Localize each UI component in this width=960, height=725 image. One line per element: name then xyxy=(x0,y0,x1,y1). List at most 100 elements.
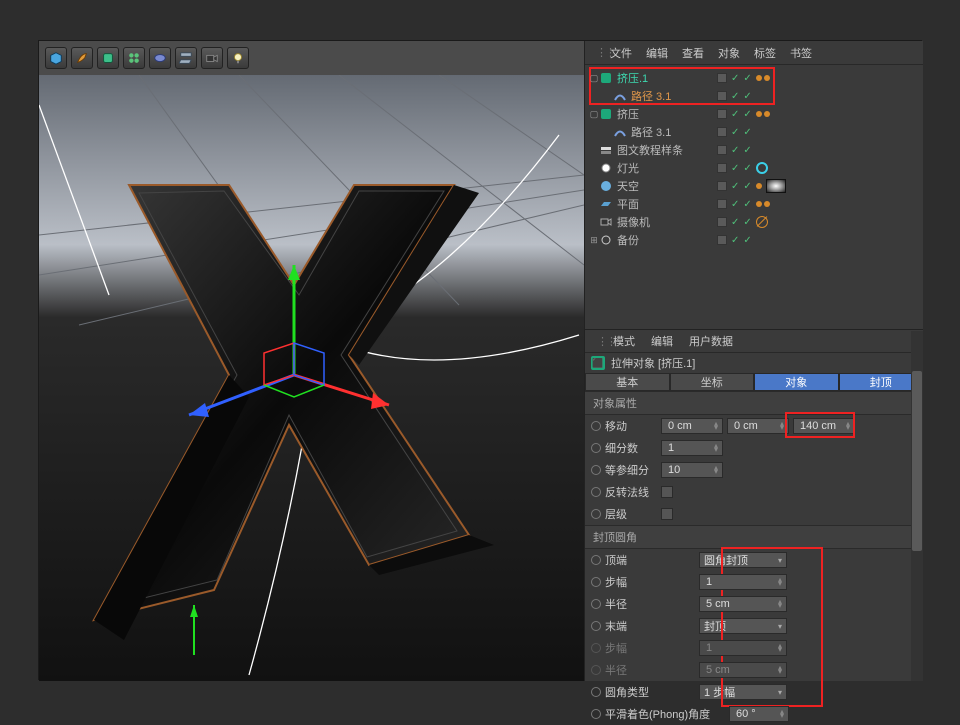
anim-dot[interactable] xyxy=(591,509,601,519)
menu-bookmarks[interactable]: 书签 xyxy=(783,45,819,61)
tree-item-light[interactable]: 灯光 ✓✓ xyxy=(589,159,923,177)
anim-dot[interactable] xyxy=(591,577,601,587)
vis-check-icon[interactable]: ✓ xyxy=(731,127,739,138)
array-tool[interactable] xyxy=(123,47,145,69)
tag-dot[interactable] xyxy=(756,201,762,207)
camera-tool[interactable] xyxy=(201,47,223,69)
render-check-icon[interactable]: ✓ xyxy=(743,235,751,246)
anim-dot[interactable] xyxy=(591,643,601,653)
tag-dot[interactable] xyxy=(756,75,762,81)
vis-check-icon[interactable]: ✓ xyxy=(731,163,739,174)
target-tag-icon[interactable] xyxy=(756,162,768,174)
layer-dot[interactable] xyxy=(717,235,727,245)
flip-checkbox[interactable] xyxy=(661,486,673,498)
menu-edit[interactable]: 编辑 xyxy=(639,45,675,61)
tree-item-sky[interactable]: 天空 ✓✓ xyxy=(589,177,923,195)
cube-tool[interactable] xyxy=(45,47,67,69)
tree-item-path2[interactable]: 路径 3.1 ✓✓ xyxy=(589,123,923,141)
step1-field[interactable]: 1▴▾ xyxy=(699,574,787,590)
attr-menu-userdata[interactable]: 用户数据 xyxy=(681,333,741,349)
anim-dot[interactable] xyxy=(591,665,601,675)
tag-dot[interactable] xyxy=(756,111,762,117)
anim-dot[interactable] xyxy=(591,487,601,497)
menu-object[interactable]: 对象 xyxy=(711,45,747,61)
texture-tag-icon[interactable] xyxy=(766,179,786,193)
vis-check-icon[interactable]: ✓ xyxy=(731,235,739,246)
tree-collapse-icon[interactable]: ▢ xyxy=(589,73,599,84)
render-check-icon[interactable]: ✓ xyxy=(743,127,751,138)
attribute-scrollbar[interactable] xyxy=(911,331,923,681)
subdiv-field[interactable]: 1▴▾ xyxy=(661,440,723,456)
tree-expand-icon[interactable]: ⊞ xyxy=(589,235,599,246)
move-x-field[interactable]: 0 cm▴▾ xyxy=(661,418,723,434)
floor-tool[interactable] xyxy=(175,47,197,69)
anim-dot[interactable] xyxy=(591,687,601,697)
protection-tag-icon[interactable] xyxy=(756,216,768,228)
tree-item-tutorial-spline[interactable]: 图文教程样条 ✓✓ xyxy=(589,141,923,159)
layer-dot[interactable] xyxy=(717,109,727,119)
layer-dot[interactable] xyxy=(717,163,727,173)
tree-item-backup[interactable]: ⊞ 备份 ✓✓ xyxy=(589,231,923,249)
endcap-dropdown[interactable]: 封顶▾ xyxy=(699,618,787,634)
tree-item-camera[interactable]: 摄像机 ✓✓ xyxy=(589,213,923,231)
layer-dot[interactable] xyxy=(717,199,727,209)
light-tool[interactable] xyxy=(227,47,249,69)
rad1-field[interactable]: 5 cm▴▾ xyxy=(699,596,787,612)
phong-field[interactable]: 60 °▴▾ xyxy=(729,706,789,722)
tree-item-plane[interactable]: 平面 ✓✓ xyxy=(589,195,923,213)
tree-item-path1[interactable]: 路径 3.1 ✓✓ xyxy=(589,87,923,105)
render-check-icon[interactable]: ✓ xyxy=(743,73,751,84)
viewport-canvas[interactable] xyxy=(39,75,584,681)
grip-icon[interactable]: ⋮⋮ xyxy=(589,335,605,348)
render-check-icon[interactable]: ✓ xyxy=(743,199,751,210)
object-tree[interactable]: ▢ 挤压.1 ✓✓ 路径 3.1 ✓✓ ▢ 挤压 ✓✓ xyxy=(585,65,923,269)
nurbs-tool[interactable] xyxy=(97,47,119,69)
vis-check-icon[interactable]: ✓ xyxy=(731,145,739,156)
anim-dot[interactable] xyxy=(591,465,601,475)
menu-file[interactable]: 文件 xyxy=(603,45,639,61)
tab-object[interactable]: 对象 xyxy=(754,373,839,391)
anim-dot[interactable] xyxy=(591,555,601,565)
pen-tool[interactable] xyxy=(71,47,93,69)
menu-view[interactable]: 查看 xyxy=(675,45,711,61)
anim-dot[interactable] xyxy=(591,443,601,453)
vis-check-icon[interactable]: ✓ xyxy=(731,109,739,120)
move-y-field[interactable]: 0 cm▴▾ xyxy=(727,418,789,434)
layer-dot[interactable] xyxy=(717,181,727,191)
attr-menu-edit[interactable]: 编辑 xyxy=(643,333,681,349)
grip-icon[interactable]: ⋮⋮ xyxy=(589,46,603,59)
layer-dot[interactable] xyxy=(717,91,727,101)
topcap-dropdown[interactable]: 圆角封顶▾ xyxy=(699,552,787,568)
tag-dot[interactable] xyxy=(764,201,770,207)
tag-dot[interactable] xyxy=(764,75,770,81)
hier-checkbox[interactable] xyxy=(661,508,673,520)
move-z-field[interactable]: 140 cm▴▾ xyxy=(793,418,855,434)
anim-dot[interactable] xyxy=(591,709,601,719)
vis-check-icon[interactable]: ✓ xyxy=(731,199,739,210)
scrollbar-thumb[interactable] xyxy=(912,371,922,551)
render-check-icon[interactable]: ✓ xyxy=(743,145,751,156)
render-check-icon[interactable]: ✓ xyxy=(743,163,751,174)
tree-item-extrude[interactable]: ▢ 挤压 ✓✓ xyxy=(589,105,923,123)
vis-check-icon[interactable]: ✓ xyxy=(731,91,739,102)
anim-dot[interactable] xyxy=(591,421,601,431)
tree-collapse-icon[interactable]: ▢ xyxy=(589,109,599,120)
tab-coord[interactable]: 坐标 xyxy=(670,373,755,391)
vis-check-icon[interactable]: ✓ xyxy=(731,73,739,84)
render-check-icon[interactable]: ✓ xyxy=(743,109,751,120)
render-check-icon[interactable]: ✓ xyxy=(743,91,751,102)
vis-check-icon[interactable]: ✓ xyxy=(731,181,739,192)
attr-menu-mode[interactable]: 模式 xyxy=(605,333,643,349)
layer-dot[interactable] xyxy=(717,145,727,155)
render-check-icon[interactable]: ✓ xyxy=(743,181,751,192)
layer-dot[interactable] xyxy=(717,127,727,137)
anim-dot[interactable] xyxy=(591,599,601,609)
layer-dot[interactable] xyxy=(717,73,727,83)
layer-dot[interactable] xyxy=(717,217,727,227)
filtype-dropdown[interactable]: 1 步幅▾ xyxy=(699,684,787,700)
tree-item-extrude1[interactable]: ▢ 挤压.1 ✓✓ xyxy=(589,69,923,87)
tab-basic[interactable]: 基本 xyxy=(585,373,670,391)
menu-tags[interactable]: 标签 xyxy=(747,45,783,61)
vis-check-icon[interactable]: ✓ xyxy=(731,217,739,228)
render-check-icon[interactable]: ✓ xyxy=(743,217,751,228)
